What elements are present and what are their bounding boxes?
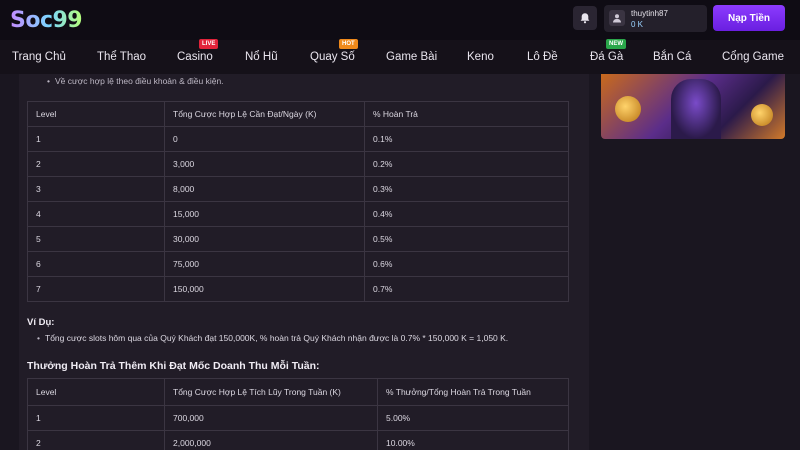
table-row: 2 2,000,000 10.00%	[27, 430, 569, 450]
level-cell: 4	[27, 201, 165, 227]
nav-label: Đá Gà	[590, 51, 624, 63]
nav-label: Thể Thao	[97, 51, 147, 63]
nav-label: Cổng Game	[722, 51, 785, 63]
coin-graphic	[615, 96, 641, 122]
example-heading: Ví Dụ:	[27, 317, 55, 328]
level-cell: 1	[27, 405, 165, 431]
table-row: 6 75,000 0.6%	[27, 251, 569, 277]
weekly-bonus-heading: Thưởng Hoàn Trả Thêm Khi Đạt Mốc Doanh T…	[27, 360, 320, 372]
example-text: Tổng cược slots hôm qua của Quý Khách đạ…	[37, 333, 508, 343]
rebate-cell: 0.6%	[364, 251, 569, 277]
weekly-bonus-table: Level Tổng Cược Hợp Lệ Tích Lũy Trong Tu…	[27, 378, 569, 450]
nav-label: Trang Chủ	[12, 51, 66, 63]
table-row: 4 15,000 0.4%	[27, 201, 569, 227]
nav-item-slots[interactable]: Nổ Hũ	[245, 40, 278, 74]
nav-label: Game Bài	[386, 51, 438, 63]
nav-item-cockfight[interactable]: Đá Gà NEW	[590, 39, 626, 74]
table-row: 1 0 0.1%	[27, 126, 569, 152]
column-header: Level	[27, 101, 165, 127]
table-header-row: Level Tổng Cược Hợp Lệ Tích Lũy Trong Tu…	[27, 378, 569, 406]
site-logo[interactable]: Soc99	[10, 7, 83, 33]
live-badge: LIVE	[199, 39, 219, 49]
daily-rebate-table: Level Tổng Cược Hợp Lệ Cần Đạt/Ngày (K) …	[27, 101, 569, 302]
top-bar: Soc99 thuytinh87 0 K Nạp Tiền	[0, 0, 800, 40]
nav-item-lo-de[interactable]: Lô Đề	[527, 40, 558, 74]
logo-text: Soc99	[10, 7, 83, 33]
username: thuytinh87	[631, 9, 668, 18]
deposit-button[interactable]: Nạp Tiền	[713, 5, 785, 31]
level-cell: 5	[27, 226, 165, 252]
table-row: 2 3,000 0.2%	[27, 151, 569, 177]
nav-item-keno[interactable]: Keno	[467, 40, 494, 74]
turnover-cell: 15,000	[164, 201, 365, 227]
rebate-cell: 0.7%	[364, 276, 569, 302]
rebate-cell: 0.5%	[364, 226, 569, 252]
turnover-cell: 2,000,000	[164, 430, 378, 450]
table-header-row: Level Tổng Cược Hợp Lệ Cần Đạt/Ngày (K) …	[27, 101, 569, 127]
level-cell: 6	[27, 251, 165, 277]
nav-label: Bắn Cá	[653, 51, 692, 63]
turnover-cell: 700,000	[164, 405, 378, 431]
column-header: % Hoàn Trả	[364, 101, 569, 127]
turnover-cell: 8,000	[164, 176, 365, 202]
table-row: 3 8,000 0.3%	[27, 176, 569, 202]
new-badge: NEW	[606, 39, 626, 49]
turnover-cell: 0	[164, 126, 365, 152]
table-row: 7 150,000 0.7%	[27, 276, 569, 302]
user-account-box[interactable]: thuytinh87 0 K	[604, 5, 707, 32]
level-cell: 7	[27, 276, 165, 302]
main-nav: Trang Chủ Thể Thao Casino LIVE Nổ Hũ Qua…	[0, 39, 800, 74]
column-header: Tổng Cược Hợp Lệ Tích Lũy Trong Tuần (K)	[164, 378, 378, 406]
turnover-cell: 30,000	[164, 226, 365, 252]
promotion-content: Về cược hợp lệ theo điều khoản & điều ki…	[19, 74, 589, 450]
column-header: % Thưởng/Tổng Hoàn Trả Trong Tuần	[377, 378, 569, 406]
balance: 0 K	[631, 20, 644, 29]
level-cell: 2	[27, 430, 165, 450]
table-row: 5 30,000 0.5%	[27, 226, 569, 252]
terms-note: Về cược hợp lệ theo điều khoản & điều ki…	[47, 76, 224, 86]
table-row: 1 700,000 5.00%	[27, 405, 569, 431]
rebate-cell: 0.3%	[364, 176, 569, 202]
user-avatar-icon	[609, 10, 625, 26]
level-cell: 2	[27, 151, 165, 177]
hot-badge: HOT	[339, 39, 358, 49]
rebate-cell: 0.2%	[364, 151, 569, 177]
turnover-cell: 75,000	[164, 251, 365, 277]
level-cell: 3	[27, 176, 165, 202]
nav-item-lottery-spin[interactable]: Quay Số HOT	[310, 39, 358, 74]
turnover-cell: 3,000	[164, 151, 365, 177]
nav-item-fishing[interactable]: Bắn Cá	[653, 40, 691, 74]
level-cell: 1	[27, 126, 165, 152]
notification-bell-icon[interactable]	[573, 6, 597, 30]
bonus-cell: 5.00%	[377, 405, 569, 431]
nav-label: Casino	[177, 51, 213, 63]
rebate-cell: 0.4%	[364, 201, 569, 227]
column-header: Level	[27, 378, 165, 406]
bonus-cell: 10.00%	[377, 430, 569, 450]
nav-item-home[interactable]: Trang Chủ	[12, 40, 66, 74]
nav-label: Quay Số	[310, 51, 355, 63]
character-graphic	[671, 79, 721, 139]
nav-label: Lô Đề	[527, 51, 558, 63]
nav-item-card-games[interactable]: Game Bài	[386, 40, 437, 74]
turnover-cell: 150,000	[164, 276, 365, 302]
nav-label: Nổ Hũ	[245, 51, 278, 63]
column-header: Tổng Cược Hợp Lệ Cần Đạt/Ngày (K)	[164, 101, 365, 127]
rebate-cell: 0.1%	[364, 126, 569, 152]
nav-item-game-portal[interactable]: Cổng Game	[722, 40, 784, 74]
nav-item-casino[interactable]: Casino LIVE	[177, 39, 219, 74]
promo-banner-image[interactable]	[601, 74, 785, 139]
coin-graphic	[751, 104, 773, 126]
nav-label: Keno	[467, 51, 494, 63]
nav-item-sports[interactable]: Thể Thao	[97, 40, 146, 74]
